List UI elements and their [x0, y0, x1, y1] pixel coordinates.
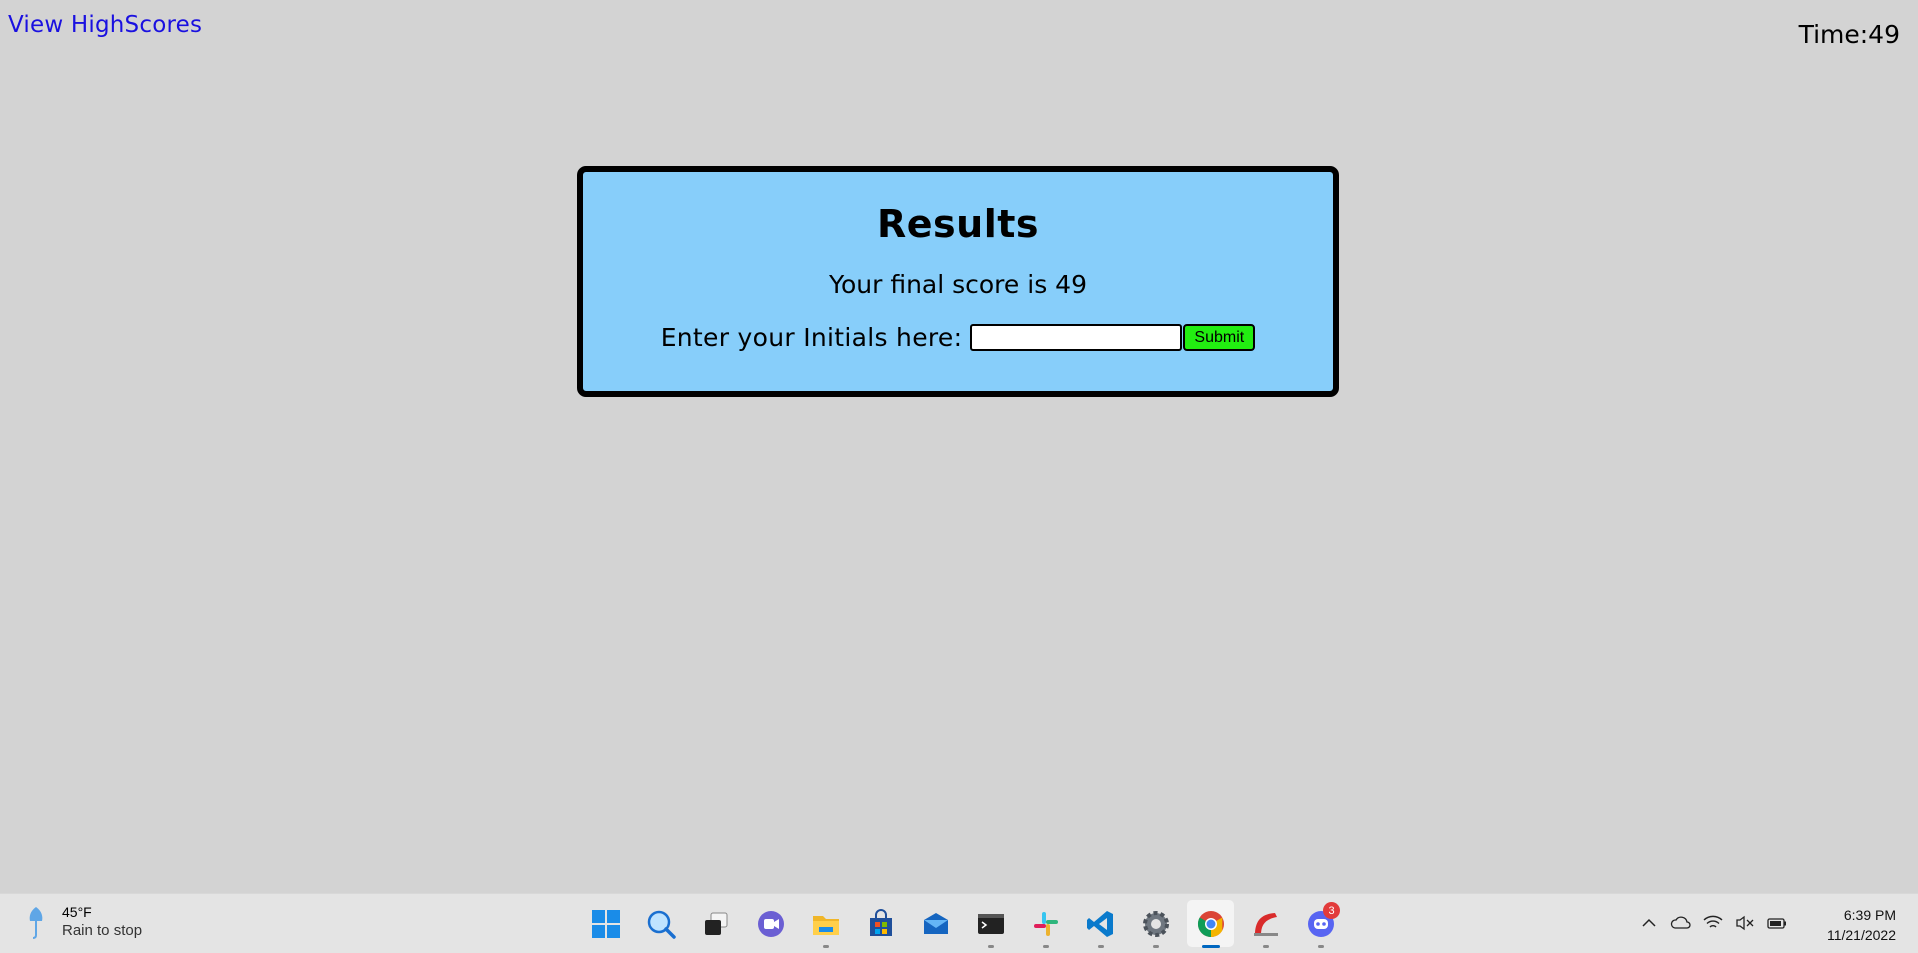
onedrive-button[interactable] [1670, 912, 1692, 934]
task-view-icon [704, 912, 727, 935]
wifi-icon [1703, 915, 1723, 928]
terminal-icon [977, 913, 1004, 934]
slack-icon [1033, 911, 1058, 936]
initials-label: Enter your Initials here: [660, 323, 963, 352]
results-card: Results Your final score is 49 Enter you… [577, 166, 1339, 397]
search-button[interactable] [637, 900, 684, 947]
terminal-button[interactable] [967, 900, 1014, 948]
volume-muted-icon [1736, 915, 1754, 931]
weather-widget[interactable]: 45°F Rain to stop [26, 904, 142, 939]
onedrive-icon [1670, 916, 1691, 929]
clock-time: 6:39 PM [1843, 907, 1896, 923]
chevron-up-icon [1642, 918, 1656, 927]
start-button[interactable] [582, 900, 629, 947]
timer: Time:49 [1798, 20, 1900, 49]
submit-button[interactable]: Submit [1183, 324, 1256, 351]
notification-badge: 3 [1323, 902, 1340, 919]
app-red-icon [1253, 912, 1278, 936]
mail-icon [923, 912, 948, 934]
chrome-button[interactable] [1187, 900, 1234, 948]
taskbar: 45°F Rain to stop 3 6:39 PM 11/21/2022 [0, 893, 1918, 953]
clock-date: 11/21/2022 [1826, 927, 1896, 943]
view-highscores-link[interactable]: View HighScores [8, 12, 202, 38]
start-menu-icon [591, 909, 620, 938]
teams-chat-icon [757, 910, 784, 937]
weather-desc: Rain to stop [62, 922, 143, 939]
final-score-text: Your final score is 49 [829, 270, 1087, 299]
weather-temp: 45°F [62, 904, 92, 920]
teams-chat-button[interactable] [747, 900, 794, 947]
taskbar-clock[interactable]: 6:39 PM 11/21/2022 [1827, 905, 1896, 945]
file-explorer-button[interactable] [802, 900, 849, 948]
microsoft-store-button[interactable] [857, 900, 904, 947]
umbrella-icon [29, 906, 43, 939]
mail-button[interactable] [912, 900, 959, 947]
vscode-button[interactable] [1077, 900, 1124, 948]
wifi-button[interactable] [1702, 912, 1724, 934]
taskbar-apps: 3 [582, 900, 1352, 948]
show-hidden-icons-button[interactable] [1638, 912, 1660, 934]
battery-icon [1767, 918, 1786, 929]
microsoft-store-icon [869, 908, 892, 936]
file-explorer-icon [812, 915, 839, 935]
task-view-button[interactable] [692, 900, 739, 947]
settings-icon [1142, 910, 1169, 937]
initials-input[interactable] [970, 324, 1183, 351]
vscode-icon [1086, 910, 1113, 937]
results-title: Results [876, 202, 1039, 246]
red-app-button[interactable] [1242, 900, 1289, 948]
search-icon [647, 910, 676, 939]
chrome-icon [1197, 910, 1224, 937]
slack-button[interactable] [1022, 900, 1069, 948]
initials-form: Enter your Initials here: Submit [583, 323, 1333, 352]
system-tray [1628, 912, 1788, 934]
settings-button[interactable] [1132, 900, 1179, 948]
volume-button[interactable] [1734, 912, 1756, 934]
battery-button[interactable] [1766, 912, 1788, 934]
page: View HighScores Time:49 Results Your fin… [0, 0, 1918, 953]
discord-button[interactable]: 3 [1297, 900, 1344, 948]
